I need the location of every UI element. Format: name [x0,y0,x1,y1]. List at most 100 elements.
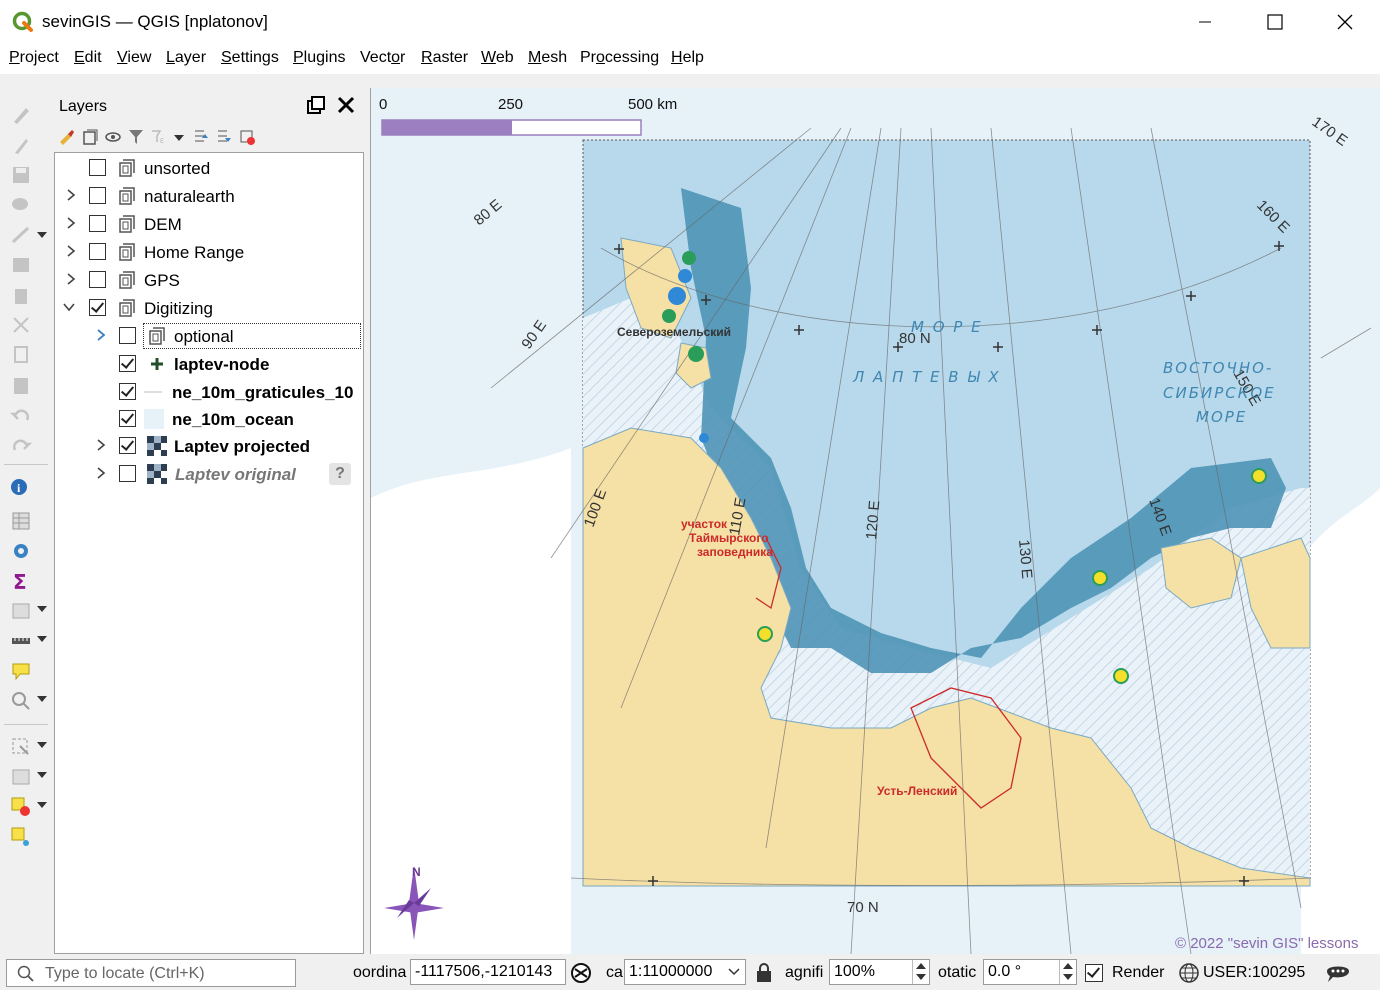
select-features-button[interactable] [8,734,34,760]
vertex-tool-dropdown[interactable] [37,232,47,238]
lock-scale-icon[interactable] [755,962,773,984]
locator-search-box[interactable]: Type to locate (Ctrl+K) [6,959,296,987]
menu-layer[interactable]: Layer [166,49,206,67]
menu-edit[interactable]: Edit [74,49,102,67]
menu-processing[interactable]: Processing [580,49,659,67]
modify-attributes-button[interactable] [8,252,34,278]
statistics-button[interactable]: Σ [8,568,34,594]
layer-visibility-checkbox[interactable] [119,327,136,344]
current-edits-button[interactable] [8,102,34,128]
scale-combobox[interactable]: 1:11000000 [624,959,746,985]
field-calculator-button[interactable] [8,598,34,624]
select-by-value-button[interactable] [8,764,34,790]
layer-tree-item-laptev-original[interactable]: Laptev original ? [55,461,363,488]
chevron-right-icon[interactable] [65,245,77,257]
expression-filter-icon[interactable]: ε [150,128,168,146]
map-render[interactable]: 80 E 90 E 100 E 110 E 120 E 130 E 140 E … [371,88,1380,954]
chevron-right-icon[interactable] [95,439,107,451]
layer-visibility-checkbox[interactable] [119,465,136,482]
maximize-button[interactable] [1240,0,1310,44]
zoom-tool-button[interactable] [8,688,34,714]
toggle-editing-button[interactable] [8,132,34,158]
paste-features-button[interactable] [8,372,34,398]
render-checkbox[interactable] [1085,964,1103,982]
layer-visibility-checkbox[interactable] [89,243,106,260]
layer-tree-item-ocean[interactable]: ne_10m_ocean [55,406,363,433]
layer-tree-item-naturalearth[interactable]: naturalearth [55,183,363,210]
copy-features-button[interactable] [8,342,34,368]
coordinate-format-icon[interactable] [570,962,596,984]
deselect-button[interactable] [8,794,34,820]
chevron-right-icon[interactable] [95,329,107,341]
menu-vector[interactable]: Vector [360,49,405,67]
select-features-dropdown[interactable] [37,742,47,748]
magnifier-spin-buttons[interactable] [912,960,929,984]
menu-help[interactable]: Help [671,49,704,67]
layer-tree-item-graticules[interactable]: ne_10m_graticules_10 [55,379,363,406]
layer-tree-item-unsorted[interactable]: unsorted [55,155,363,182]
layer-tree-item-laptev-node[interactable]: laptev-node [55,351,363,378]
filter-legend-icon[interactable] [127,128,145,146]
remove-layer-icon[interactable] [238,128,256,146]
collapse-all-icon[interactable] [215,128,233,146]
menu-web[interactable]: Web [481,49,514,67]
crs-label[interactable]: USER:100295 [1203,964,1305,982]
select-location-button[interactable] [8,824,34,850]
float-panel-icon[interactable] [306,95,326,115]
chevron-down-icon[interactable] [63,301,75,313]
redo-button[interactable] [8,432,34,458]
rotation-spin-buttons[interactable] [1059,960,1076,984]
layer-tree-item-digitizing[interactable]: Digitizing [55,295,363,322]
rotation-spinbox[interactable]: 0.0 ° [983,959,1077,985]
close-button[interactable] [1310,0,1380,44]
chevron-right-icon[interactable] [65,217,77,229]
save-edits-button[interactable] [8,162,34,188]
chevron-right-icon[interactable] [65,189,77,201]
menu-settings[interactable]: Settings [221,49,279,67]
vertex-tool-button[interactable] [8,222,34,248]
layer-visibility-checkbox[interactable] [89,187,106,204]
globe-icon[interactable] [1178,962,1200,984]
messages-icon[interactable] [1325,961,1351,985]
measure-button[interactable] [8,628,34,654]
style-manager-icon[interactable] [58,128,76,146]
layer-visibility-checkbox[interactable] [119,437,136,454]
deselect-dropdown[interactable] [37,802,47,808]
chevron-right-icon[interactable] [65,273,77,285]
layer-visibility-checkbox[interactable] [89,299,106,316]
layer-visibility-checkbox[interactable] [119,383,136,400]
magnifier-spinbox[interactable]: 100% [829,959,930,985]
menu-view[interactable]: View [117,49,151,67]
filter-visibility-icon[interactable] [104,128,122,146]
menu-mesh[interactable]: Mesh [528,49,567,67]
unknown-crs-warning-icon[interactable]: ? [329,463,351,485]
coordinate-field[interactable]: -1117506,-1210143 [410,959,566,985]
map-tips-button[interactable] [8,658,34,684]
select-by-value-dropdown[interactable] [37,772,47,778]
open-attribute-table-button[interactable] [8,508,34,534]
processing-toolbox-button[interactable] [8,538,34,564]
layer-tree-item-laptev-projected[interactable]: Laptev projected [55,433,363,460]
delete-selected-button[interactable] [8,282,34,308]
field-calculator-dropdown[interactable] [37,606,47,612]
close-panel-icon[interactable] [336,95,356,115]
layer-tree-item-dem[interactable]: DEM [55,211,363,238]
expression-filter-dropdown[interactable] [174,135,184,141]
menu-raster[interactable]: Raster [421,49,468,67]
layer-visibility-checkbox[interactable] [119,410,136,427]
layer-tree-item-optional[interactable]: optional [55,323,363,350]
cut-features-button[interactable] [8,312,34,338]
layer-visibility-checkbox[interactable] [89,215,106,232]
layer-tree-item-gps[interactable]: GPS [55,267,363,294]
layer-visibility-checkbox[interactable] [89,159,106,176]
layer-tree-item-home-range[interactable]: Home Range [55,239,363,266]
expand-all-icon[interactable] [192,128,210,146]
menu-project[interactable]: Project [9,49,59,67]
map-canvas[interactable]: 80 E 90 E 100 E 110 E 120 E 130 E 140 E … [370,88,1380,954]
undo-button[interactable] [8,402,34,428]
add-feature-button[interactable] [8,192,34,218]
minimize-button[interactable] [1170,0,1240,44]
chevron-right-icon[interactable] [95,467,107,479]
measure-dropdown[interactable] [37,636,47,642]
menu-plugins[interactable]: Plugins [293,49,345,67]
